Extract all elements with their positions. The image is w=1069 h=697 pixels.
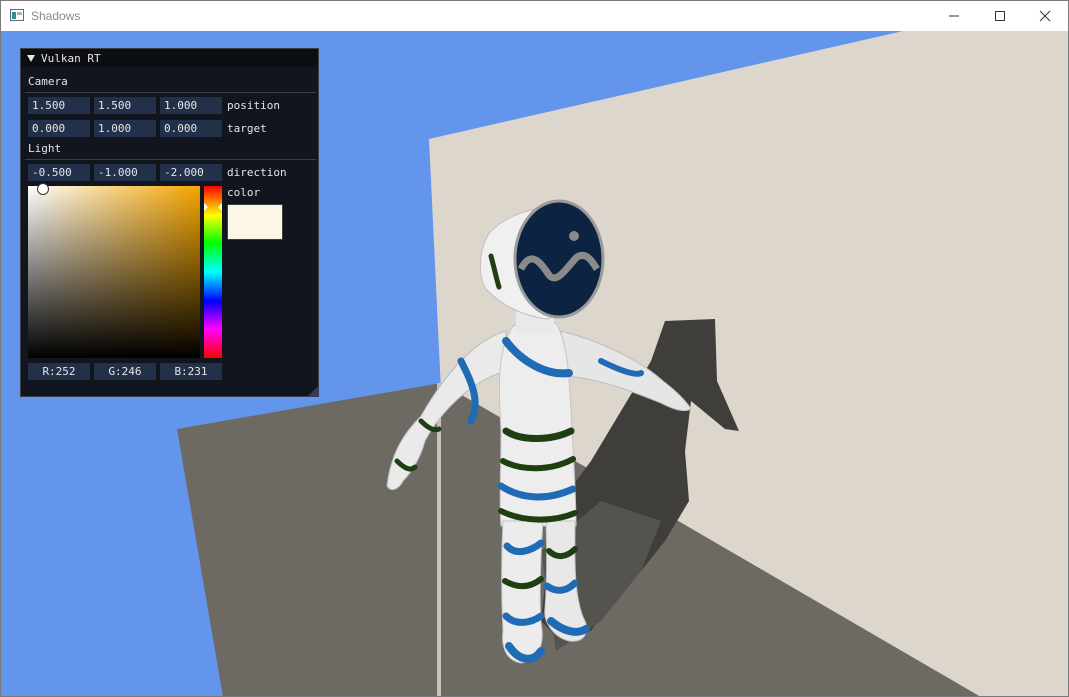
minimize-icon <box>949 15 959 17</box>
direction-label: direction <box>227 166 287 179</box>
panel-title-bar[interactable]: Vulkan RT <box>21 49 318 67</box>
light-direction-x[interactable]: -0.500 <box>28 164 90 181</box>
camera-target-y[interactable]: 1.000 <box>94 120 156 137</box>
camera-header[interactable]: Camera <box>28 75 68 88</box>
maximize-icon <box>995 11 1005 21</box>
light-direction-z[interactable]: -2.000 <box>160 164 222 181</box>
minimize-button[interactable] <box>931 1 977 31</box>
light-direction-y[interactable]: -1.000 <box>94 164 156 181</box>
camera-target-x[interactable]: 0.000 <box>28 120 90 137</box>
close-icon <box>1039 10 1051 22</box>
light-header[interactable]: Light <box>28 142 61 155</box>
color-g-field[interactable]: G:246 <box>94 363 156 380</box>
maximize-button[interactable] <box>977 1 1023 31</box>
hue-slider[interactable] <box>204 186 222 358</box>
camera-target-z[interactable]: 0.000 <box>160 120 222 137</box>
hue-arrow-right-icon[interactable] <box>218 203 222 211</box>
color-picker-sv-square[interactable] <box>28 183 200 358</box>
imgui-panel[interactable]: Vulkan RT Camera 1.500 1.500 1.000 posit… <box>20 48 319 397</box>
app-window: Shadows Vulkan RT Camera 1.500 1.500 1.0… <box>0 0 1069 697</box>
light-separator <box>25 159 316 160</box>
camera-separator <box>25 92 316 93</box>
camera-position-z[interactable]: 1.000 <box>160 97 222 114</box>
target-label: target <box>227 122 267 135</box>
hue-arrow-left-icon[interactable] <box>204 203 208 211</box>
app-icon <box>10 9 24 21</box>
sv-handle[interactable] <box>37 183 49 195</box>
color-r-field[interactable]: R:252 <box>28 363 90 380</box>
collapse-triangle-icon[interactable] <box>27 54 35 62</box>
color-swatch[interactable] <box>227 204 283 240</box>
close-button[interactable] <box>1022 1 1068 31</box>
color-b-field[interactable]: B:231 <box>160 363 222 380</box>
color-label: color <box>227 186 261 199</box>
render-viewport[interactable]: Vulkan RT Camera 1.500 1.500 1.000 posit… <box>1 31 1068 696</box>
resize-grip[interactable] <box>308 386 318 396</box>
position-label: position <box>227 99 280 112</box>
title-bar[interactable]: Shadows <box>1 1 1068 31</box>
camera-position-x[interactable]: 1.500 <box>28 97 90 114</box>
camera-position-y[interactable]: 1.500 <box>94 97 156 114</box>
panel-title: Vulkan RT <box>41 51 101 65</box>
window-title: Shadows <box>31 9 81 23</box>
